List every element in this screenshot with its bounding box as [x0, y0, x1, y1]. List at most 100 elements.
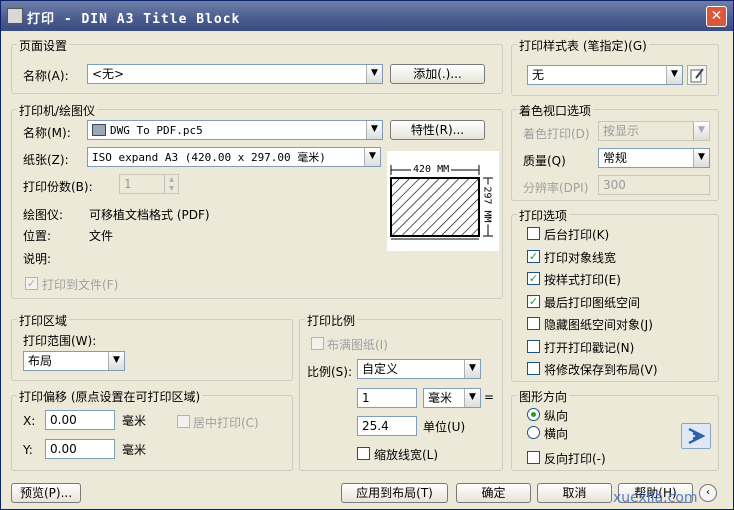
- plot-option-checkbox[interactable]: [527, 317, 540, 330]
- orientation-a-glyph: [688, 428, 706, 444]
- offset-x-value: 0.00: [50, 413, 77, 427]
- scale-select[interactable]: 自定义 ▼: [357, 359, 481, 379]
- chevron-down-icon[interactable]: ▼: [693, 122, 709, 140]
- location-value: 文件: [89, 229, 114, 243]
- shaded-viewport-legend: 着色视口选项: [517, 102, 594, 119]
- paper-preview: 420 MM 297 MM: [387, 151, 499, 251]
- plot-range-select[interactable]: 布局 ▼: [23, 351, 125, 371]
- scale-label: 比例(S):: [307, 365, 353, 379]
- chevron-down-icon[interactable]: ▼: [464, 360, 480, 378]
- scale-lineweights-label: 缩放线宽(L): [374, 448, 439, 462]
- cancel-button[interactable]: 取消: [537, 483, 612, 503]
- close-button[interactable]: ✕: [706, 6, 727, 27]
- plotter-icon: [92, 124, 106, 136]
- chevron-down-icon[interactable]: ▼: [108, 352, 124, 370]
- scale-value2-input[interactable]: 25.4: [357, 416, 417, 436]
- plot-options-legend: 打印选项: [517, 207, 570, 224]
- paper-size-label: 纸张(Z):: [23, 153, 69, 167]
- chevron-down-icon[interactable]: ▼: [364, 148, 380, 166]
- copies-value: 1: [124, 177, 132, 191]
- spinner-arrows-icon[interactable]: ▲ ▼: [164, 175, 178, 193]
- scale-unit-value: 毫米: [428, 391, 453, 405]
- plot-option-checkbox[interactable]: ✓: [527, 272, 540, 285]
- copies-spinner[interactable]: 1 ▲ ▼: [119, 174, 179, 194]
- center-plot-label: 居中打印(C): [193, 416, 259, 430]
- plot-area-legend: 打印区域: [17, 312, 70, 329]
- units-label: 单位(U): [423, 420, 466, 434]
- page-setup-name-select[interactable]: <无> ▼: [87, 64, 383, 84]
- plot-option-checkbox[interactable]: [527, 339, 540, 353]
- plot-offset-legend: 打印偏移 (原点设置在可打印区域): [17, 388, 203, 405]
- properties-button[interactable]: 特性(R)...: [390, 120, 485, 140]
- plot-style-value: 无: [532, 68, 545, 82]
- offset-y-value: 0.00: [50, 442, 77, 456]
- plot-option-checkbox[interactable]: ✓: [527, 249, 540, 263]
- printer-legend: 打印机/绘图仪: [17, 102, 98, 119]
- plot-offset-group: [11, 395, 293, 471]
- plot-option-label: 按样式打印(E): [544, 273, 621, 287]
- title-bar[interactable]: 打印 - DIN A3 Title Block ✕: [1, 1, 733, 31]
- scale-lineweights-checkbox[interactable]: [357, 447, 370, 460]
- offset-y-input[interactable]: 0.00: [45, 439, 115, 459]
- chevron-down-icon[interactable]: ▼: [366, 65, 382, 83]
- printer-icon: [7, 8, 23, 24]
- scale-unit-select[interactable]: 毫米 ▼: [423, 388, 481, 408]
- scale-value1-input[interactable]: 1: [357, 388, 417, 408]
- add-page-setup-button[interactable]: 添加(.)...: [390, 64, 485, 84]
- plot-range-label: 打印范围(W):: [23, 334, 97, 348]
- equals-sign: =: [484, 390, 495, 404]
- plot-option-checkbox[interactable]: ✓: [527, 294, 540, 308]
- preview-height-label: 297 MM: [481, 184, 493, 225]
- plot-option-checkbox[interactable]: [527, 227, 540, 240]
- plot-to-file-label: 打印到文件(F): [42, 278, 119, 292]
- landscape-radio[interactable]: [527, 426, 540, 439]
- landscape-preview-icon: [681, 423, 711, 449]
- page-setup-name-value: <无>: [92, 67, 125, 81]
- location-label: 位置:: [23, 229, 52, 243]
- chevron-down-icon[interactable]: ▼: [464, 389, 480, 407]
- quality-select[interactable]: 常规 ▼: [598, 148, 710, 168]
- preview-width-label: 420 MM: [411, 164, 452, 175]
- copies-label: 打印份数(B):: [23, 180, 93, 194]
- landscape-label: 横向: [544, 427, 569, 441]
- ok-button[interactable]: 确定: [456, 483, 531, 503]
- plot-option-label: 打印对象线宽: [544, 250, 617, 265]
- paper-size-select[interactable]: ISO expand A3 (420.00 x 297.00 毫米) ▼: [87, 147, 381, 167]
- plot-option-label: 最后打印图纸空间: [544, 295, 641, 310]
- plot-style-select[interactable]: 无 ▼: [527, 65, 683, 85]
- printer-name-label: 名称(M):: [23, 126, 71, 140]
- plot-dialog: 打印 - DIN A3 Title Block ✕ 页面设置 名称(A): <无…: [0, 0, 734, 510]
- offset-x-input[interactable]: 0.00: [45, 410, 115, 430]
- offset-x-unit: 毫米: [122, 414, 147, 428]
- portrait-radio[interactable]: [527, 408, 540, 421]
- plot-option-checkbox[interactable]: [527, 362, 540, 375]
- window-title: 打印 - DIN A3 Title Block: [27, 12, 241, 27]
- apply-to-layout-button[interactable]: 应用到布局(T): [341, 483, 448, 503]
- fit-to-paper-label: 布满图纸(I): [327, 338, 388, 352]
- plot-style-legend: 打印样式表 (笔指定)(G): [517, 37, 649, 54]
- fit-to-paper-checkbox[interactable]: [311, 337, 324, 350]
- orientation-legend: 图形方向: [517, 388, 570, 405]
- quality-value: 常规: [603, 151, 628, 165]
- plot-option-label: 将修改保存到布局(V): [544, 363, 658, 377]
- plot-to-file-checkbox[interactable]: ✓: [25, 277, 38, 290]
- plot-scale-legend: 打印比例: [305, 312, 358, 329]
- chevron-down-icon[interactable]: ▼: [693, 149, 709, 167]
- chevron-down-icon[interactable]: ▼: [366, 121, 382, 139]
- scale-value: 自定义: [362, 362, 399, 376]
- preview-button[interactable]: 预览(P)...: [11, 483, 81, 503]
- scale-value2: 25.4: [362, 419, 389, 433]
- upside-down-checkbox[interactable]: [527, 451, 540, 464]
- chevron-down-icon[interactable]: ▼: [666, 66, 682, 84]
- plotter-label: 绘图仪:: [23, 208, 64, 222]
- scale-value1: 1: [362, 391, 370, 405]
- plot-option-label: 隐藏图纸空间对象(J): [544, 318, 653, 332]
- shade-plot-select[interactable]: 按显示 ▼: [598, 121, 710, 141]
- edit-icon[interactable]: [687, 65, 707, 85]
- printer-name-select[interactable]: DWG To PDF.pc5 ▼: [87, 120, 383, 140]
- plot-range-value: 布局: [28, 354, 53, 368]
- dpi-input[interactable]: 300: [598, 175, 710, 195]
- plot-option-label: 后台打印(K): [544, 228, 610, 242]
- center-plot-checkbox[interactable]: [177, 415, 190, 428]
- expand-collapse-icon[interactable]: ‹: [699, 484, 717, 502]
